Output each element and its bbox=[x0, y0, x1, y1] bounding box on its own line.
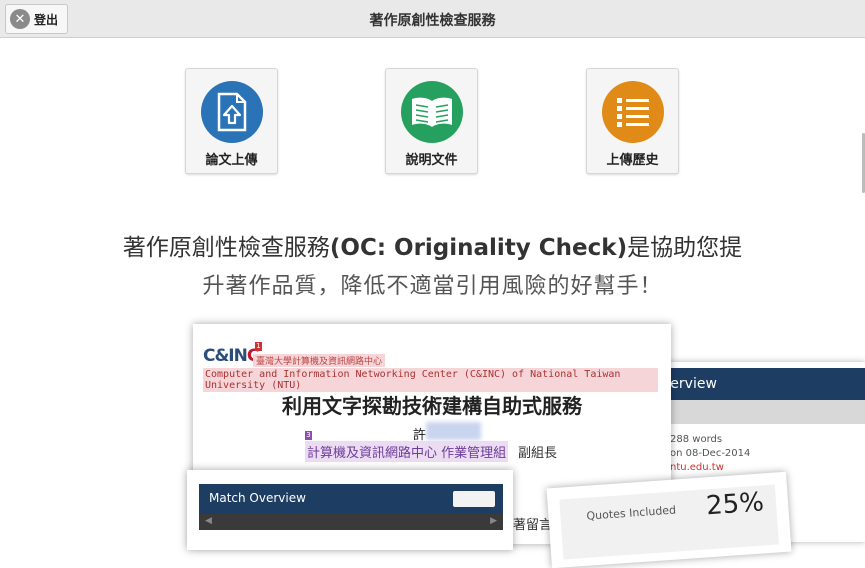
highlight-marker-3: 3 bbox=[305, 431, 312, 440]
nav-right-icon: ▶ bbox=[490, 516, 497, 526]
document-heading: 利用文字探勘技術建構自助式服務 bbox=[282, 394, 582, 418]
center-name-highlight: Computer and Information Networking Cent… bbox=[203, 368, 658, 392]
match-overview-image: Match Overview ◀ ▶ bbox=[187, 470, 513, 550]
quotes-percent: 25% bbox=[705, 487, 765, 522]
upload-history-label: 上傳歷史 bbox=[606, 153, 659, 168]
blurred-name bbox=[426, 422, 481, 440]
hero-line-2: 升著作品質，降低不適當引用風險的好幫手！ bbox=[202, 274, 663, 299]
upload-document-icon bbox=[201, 81, 263, 143]
document-text-fragment: 著留言 bbox=[513, 518, 553, 533]
overview-words: 288 words bbox=[670, 434, 723, 445]
match-overview-nav: ◀ ▶ bbox=[199, 514, 503, 530]
list-icon bbox=[602, 81, 664, 143]
top-bar: ✕ 登出 著作原創性檢查服務 bbox=[0, 0, 865, 38]
match-overview-title: Match Overview bbox=[209, 491, 306, 505]
cinc-logo: C&INC bbox=[203, 346, 259, 366]
quotes-included-image: Quotes Included 25% bbox=[546, 471, 792, 568]
hero-text-part1: 著作原創性檢查服務 bbox=[122, 235, 330, 261]
upload-thesis-button[interactable]: 論文上傳 bbox=[185, 68, 278, 174]
page-title: 著作原創性檢查服務 bbox=[369, 13, 496, 29]
ntu-name-highlight: 臺灣大學計算機及資訊網路中心 bbox=[253, 354, 386, 367]
hero-text-bold: (OC: Originality Check) bbox=[329, 235, 628, 261]
author-role: 副組長 bbox=[518, 446, 558, 461]
documentation-button[interactable]: 說明文件 bbox=[385, 68, 478, 174]
match-overview-bar: Match Overview bbox=[199, 484, 503, 514]
open-book-icon bbox=[401, 81, 463, 143]
overview-subbar bbox=[640, 400, 865, 424]
upload-history-button[interactable]: 上傳歷史 bbox=[586, 68, 679, 174]
nav-left-icon: ◀ bbox=[205, 516, 212, 526]
department-highlight: 計算機及資訊網路中心 作業管理組 bbox=[305, 441, 509, 462]
overview-email: ntu.edu.tw bbox=[670, 462, 724, 473]
hero-text-part2: 是協助您提 bbox=[627, 235, 743, 261]
documentation-label: 說明文件 bbox=[405, 153, 458, 168]
highlight-marker-1: 1 bbox=[255, 342, 262, 351]
upload-thesis-label: 論文上傳 bbox=[205, 153, 258, 168]
hero-line-1: 著作原創性檢查服務(OC: Originality Check)是協助您提 bbox=[0, 228, 865, 262]
overview-date: on 08-Dec-2014 bbox=[670, 448, 751, 459]
overview-title: verview bbox=[640, 368, 865, 400]
view-toggle-icons bbox=[453, 491, 495, 507]
